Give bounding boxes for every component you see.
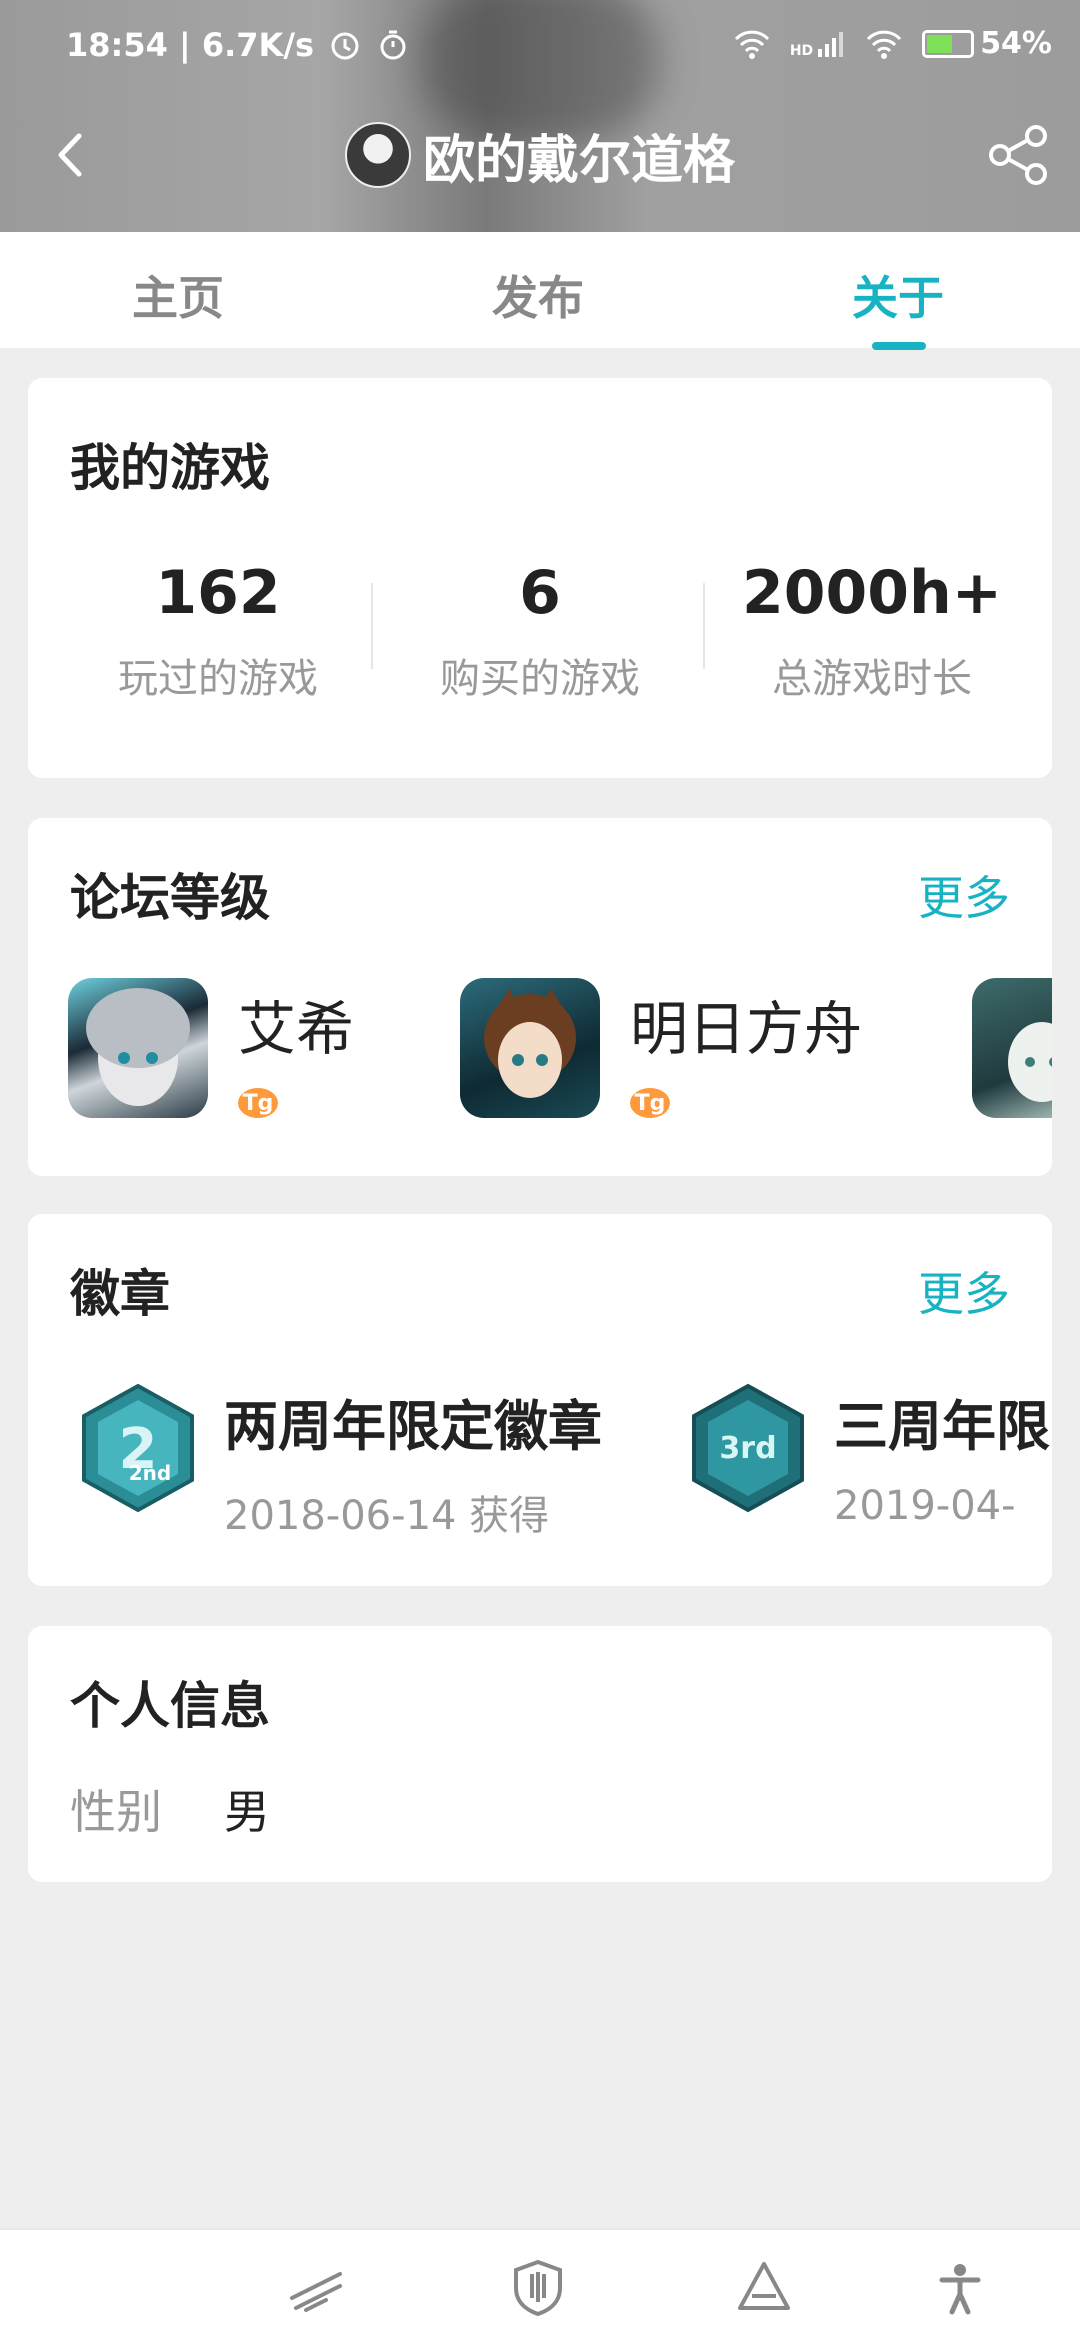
badge-name: 三周年限 xyxy=(834,1395,1050,1458)
shield-icon[interactable] xyxy=(508,2258,568,2318)
badges-card: 徽章 更多 2 2nd 两周年限定徽章 2018-06-14 获得 3rd 三周… xyxy=(28,1214,1052,1586)
share-icon[interactable] xyxy=(986,122,1052,188)
stat-playtime-value: 2000h+ xyxy=(742,558,1002,628)
status-time: 18:54 | 6.7K/s xyxy=(66,26,315,64)
info-value: 男 xyxy=(224,1785,270,1839)
battery-indicator: 54% xyxy=(922,26,1052,61)
level-badge: Tg xyxy=(238,1088,278,1118)
badge-item[interactable]: 2 2nd 两周年限定徽章 2018-06-14 获得 xyxy=(80,1382,602,1541)
forum-name: 艾希 xyxy=(238,995,355,1063)
badge-emblem-text: 3rd xyxy=(719,1431,776,1466)
profile-tabs: 主页 发布 关于 xyxy=(0,232,1080,348)
stat-played[interactable]: 162 玩过的游戏 xyxy=(68,558,368,704)
personal-info-card: 个人信息 性别 男 xyxy=(28,1626,1052,1882)
game-icon xyxy=(68,978,208,1118)
badge-emblem-text: 2nd xyxy=(129,1461,171,1485)
stat-purchased-label: 购买的游戏 xyxy=(440,656,640,702)
divider xyxy=(371,583,373,669)
forum-name: 明日方舟 xyxy=(630,995,863,1063)
level-badge: Tg xyxy=(630,1088,670,1118)
anniversary-3rd-badge-icon: 3rd xyxy=(692,1383,804,1513)
stat-played-label: 玩过的游戏 xyxy=(118,656,318,702)
my-games-card: 我的游戏 162 玩过的游戏 6 购买的游戏 2000h+ 总游戏时长 xyxy=(28,378,1052,778)
forum-item[interactable]: 明日方舟 Tg xyxy=(460,978,862,1118)
badges-more-link[interactable]: 更多 xyxy=(918,1258,1010,1324)
bottom-nav xyxy=(0,2228,1080,2340)
info-row-gender: 性别 男 xyxy=(70,1776,270,1842)
my-games-title: 我的游戏 xyxy=(70,439,270,497)
accessibility-icon[interactable] xyxy=(930,2258,990,2318)
stat-purchased-value: 6 xyxy=(519,558,561,628)
game-icon xyxy=(972,978,1052,1118)
anniversary-2nd-badge-icon: 2 2nd xyxy=(82,1383,194,1513)
wifi-icon-2 xyxy=(867,30,902,59)
page-title: 欧的戴尔道格 xyxy=(422,130,735,191)
badges-title: 徽章 xyxy=(70,1265,170,1323)
divider xyxy=(703,583,705,669)
badge-item[interactable]: 3rd 三周年限 2019-04- xyxy=(690,1382,1050,1529)
tab-home[interactable]: 主页 xyxy=(132,262,224,328)
tab-posts[interactable]: 发布 xyxy=(492,262,584,328)
personal-info-title: 个人信息 xyxy=(70,1677,270,1735)
stopwatch-icon xyxy=(380,30,406,60)
badge-date: 2019-04- xyxy=(834,1483,1016,1529)
battery-fill xyxy=(927,34,953,53)
nav-bar: 欧的戴尔道格 xyxy=(0,100,1080,210)
status-bar: 18:54 | 6.7K/s HD 54% xyxy=(0,0,1080,96)
badge-date: 2018-06-14 获得 xyxy=(224,1493,550,1539)
slash-lines-icon[interactable] xyxy=(286,2258,346,2318)
tab-about[interactable]: 关于 xyxy=(852,262,944,328)
badge-name: 两周年限定徽章 xyxy=(224,1395,602,1458)
profile-header: 18:54 | 6.7K/s HD 54% 欧的戴尔道格 xyxy=(0,0,1080,232)
stat-playtime[interactable]: 2000h+ 总游戏时长 xyxy=(722,558,1022,704)
stat-purchased[interactable]: 6 购买的游戏 xyxy=(390,558,690,704)
stat-played-value: 162 xyxy=(155,558,281,628)
forum-more-link[interactable]: 更多 xyxy=(918,862,1010,928)
signal-icon xyxy=(818,31,844,57)
forum-level-card: 论坛等级 更多 艾希 Tg 明日方舟 Tg xyxy=(28,818,1052,1176)
forum-item[interactable] xyxy=(972,978,1052,1118)
battery-percent: 54% xyxy=(980,26,1052,61)
tab-indicator xyxy=(872,342,926,350)
network-type-label: HD xyxy=(789,42,814,59)
alarm-icon xyxy=(331,32,359,60)
forum-item[interactable]: 艾希 Tg xyxy=(68,978,354,1118)
avatar[interactable] xyxy=(344,122,411,188)
wifi-icon xyxy=(734,30,769,59)
info-key: 性别 xyxy=(70,1785,162,1839)
game-icon xyxy=(460,978,600,1118)
forum-level-title: 论坛等级 xyxy=(70,869,270,927)
stat-playtime-label: 总游戏时长 xyxy=(772,656,972,702)
triangle-icon[interactable] xyxy=(734,2258,794,2318)
